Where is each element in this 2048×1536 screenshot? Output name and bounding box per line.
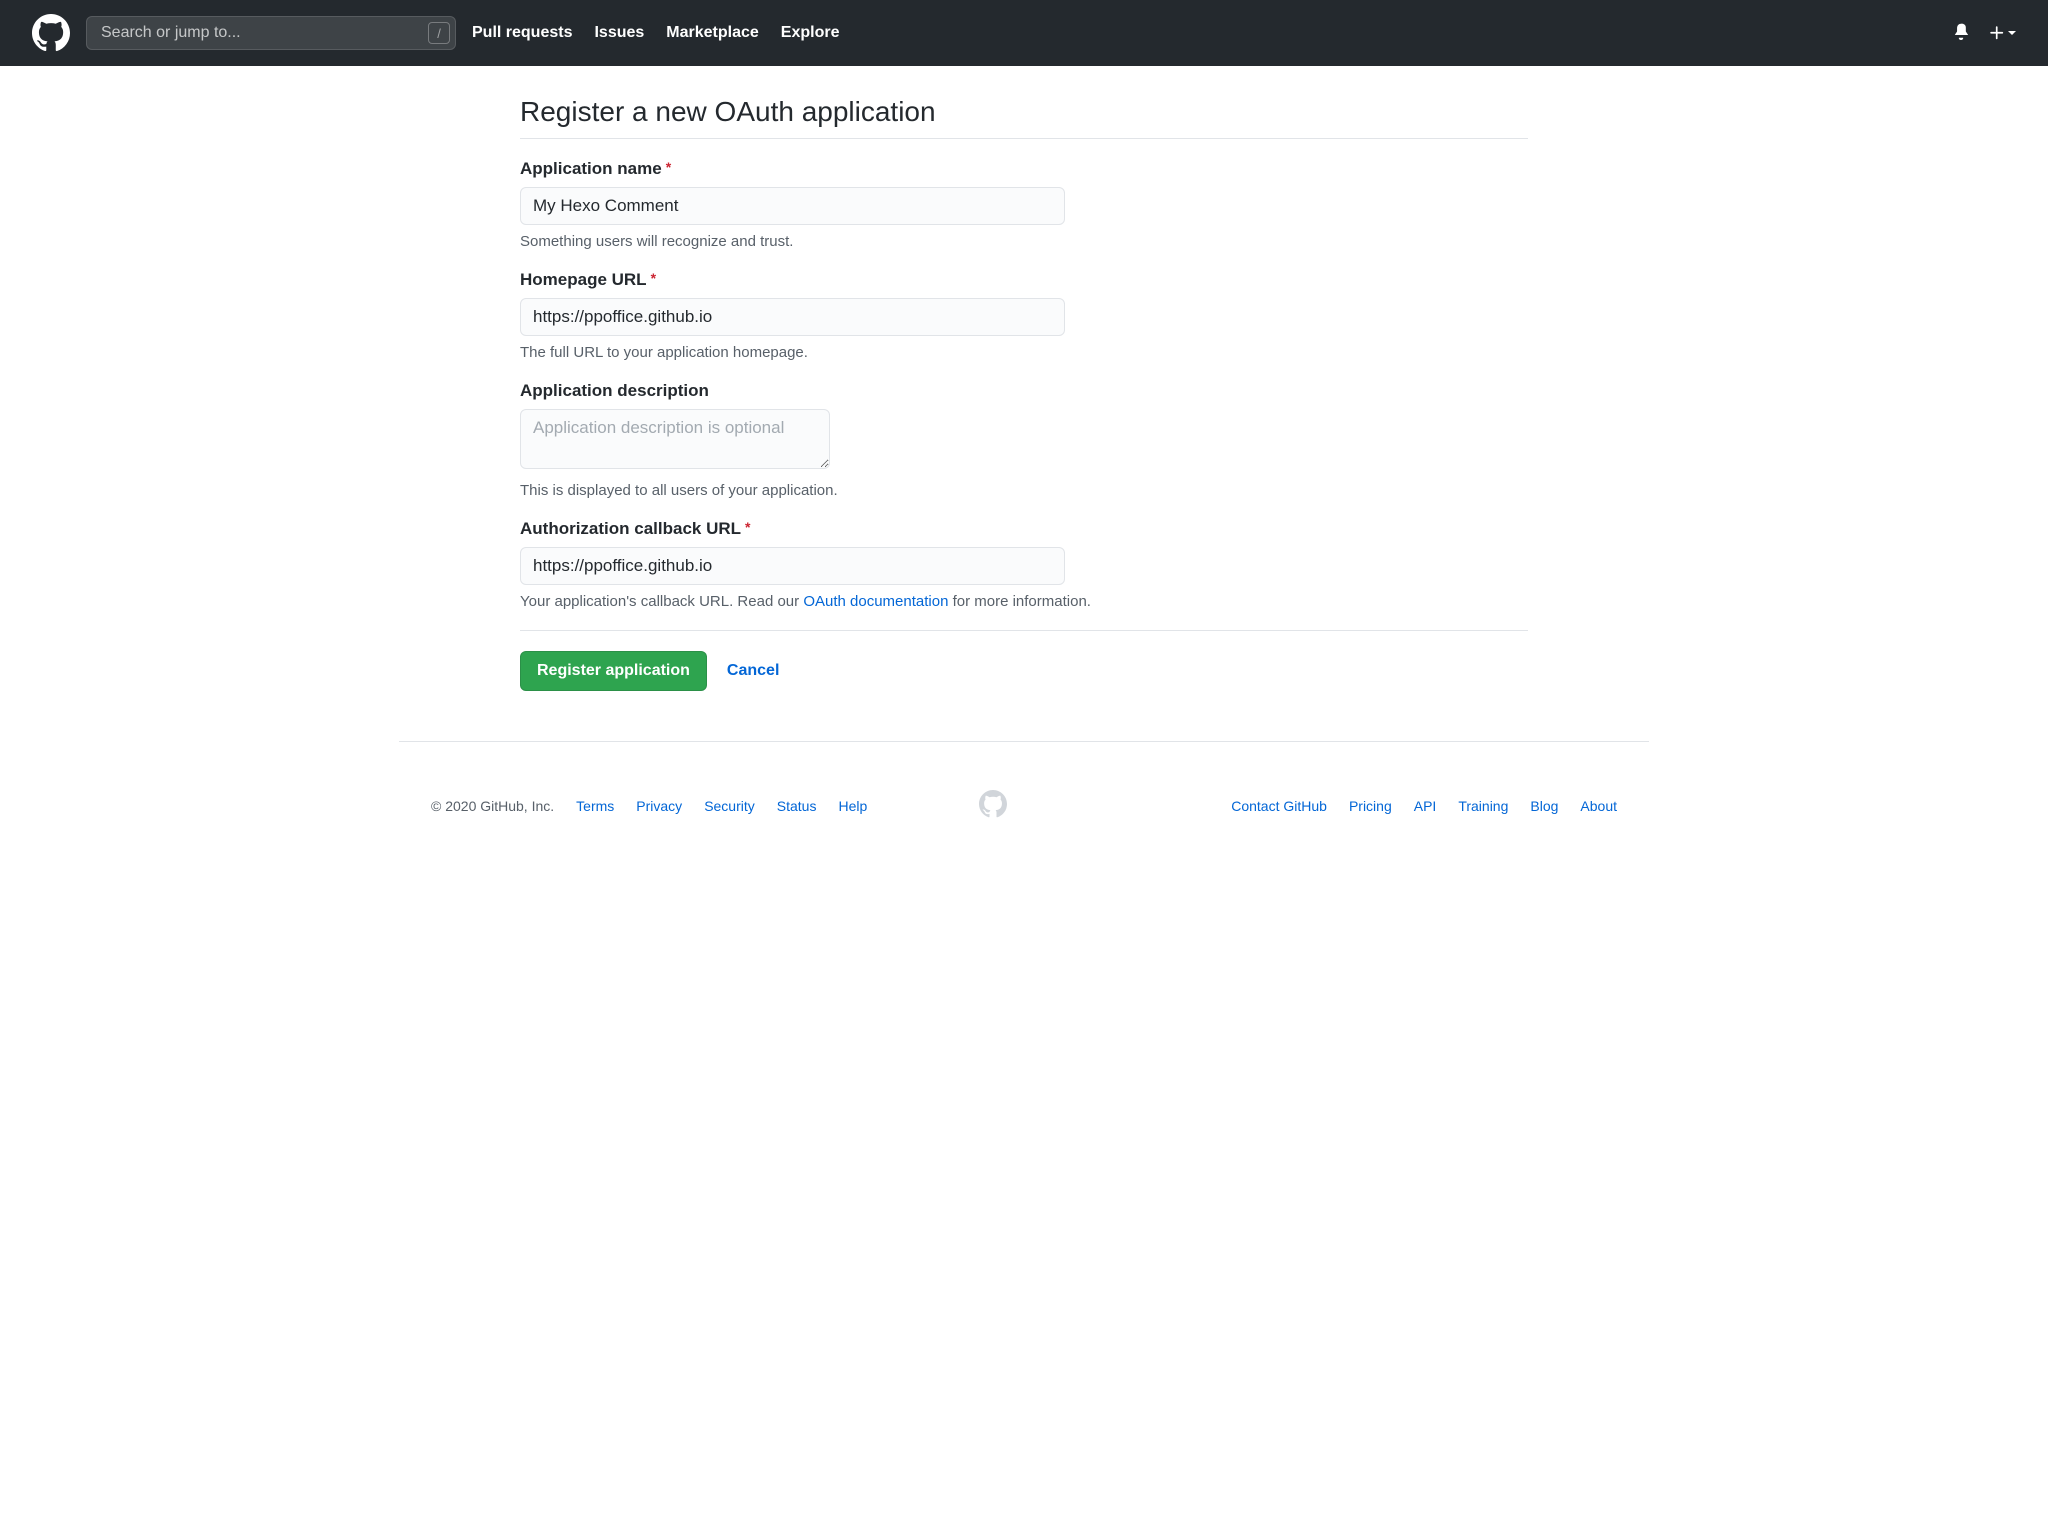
header-right	[1952, 22, 2016, 45]
github-logo-icon	[32, 14, 70, 52]
main-header: / Pull requests Issues Marketplace Explo…	[0, 0, 2048, 66]
footer-link-api[interactable]: API	[1414, 798, 1437, 814]
footer-link-pricing[interactable]: Pricing	[1349, 798, 1392, 814]
bell-icon	[1952, 22, 1970, 40]
cancel-link[interactable]: Cancel	[727, 662, 779, 680]
notifications-button[interactable]	[1952, 22, 1970, 45]
page-title: Register a new OAuth application	[520, 96, 1528, 139]
footer-link-contact[interactable]: Contact GitHub	[1231, 798, 1327, 814]
callback-input[interactable]	[520, 547, 1065, 585]
homepage-input[interactable]	[520, 298, 1065, 336]
description-textarea[interactable]	[520, 409, 830, 469]
nav-explore[interactable]: Explore	[781, 24, 840, 42]
github-logo-link[interactable]	[32, 14, 70, 52]
callback-label: Authorization callback URL*	[520, 519, 1528, 539]
description-label: Application description	[520, 381, 1065, 401]
create-new-dropdown[interactable]	[1988, 24, 2016, 42]
footer-right: Contact GitHub Pricing API Training Blog…	[1231, 798, 1617, 814]
plus-icon	[1988, 24, 2006, 42]
field-callback-url: Authorization callback URL* Your applica…	[520, 519, 1528, 610]
nav-issues[interactable]: Issues	[594, 24, 644, 42]
footer-link-privacy[interactable]: Privacy	[636, 798, 682, 814]
homepage-label: Homepage URL*	[520, 270, 1065, 290]
footer-link-blog[interactable]: Blog	[1530, 798, 1558, 814]
footer-link-terms[interactable]: Terms	[576, 798, 614, 814]
app-name-input[interactable]	[520, 187, 1065, 225]
footer-link-about[interactable]: About	[1580, 798, 1617, 814]
footer-link-training[interactable]: Training	[1458, 798, 1508, 814]
footer-link-security[interactable]: Security	[704, 798, 755, 814]
primary-nav: Pull requests Issues Marketplace Explore	[472, 24, 839, 42]
description-hint: This is displayed to all users of your a…	[520, 482, 1065, 499]
footer-left: © 2020 GitHub, Inc. Terms Privacy Securi…	[431, 798, 867, 814]
field-app-name: Application name* Something users will r…	[520, 159, 1065, 250]
field-homepage-url: Homepage URL* The full URL to your appli…	[520, 270, 1065, 361]
oauth-doc-link[interactable]: OAuth documentation	[803, 593, 948, 610]
app-name-hint: Something users will recognize and trust…	[520, 233, 1065, 250]
site-footer: © 2020 GitHub, Inc. Terms Privacy Securi…	[399, 741, 1649, 869]
search-input[interactable]	[86, 16, 456, 50]
search-wrap: /	[86, 16, 456, 50]
app-name-label: Application name*	[520, 159, 1065, 179]
footer-logo-link[interactable]	[979, 790, 1007, 821]
main-content: Register a new OAuth application Applica…	[488, 66, 1560, 691]
register-application-button[interactable]: Register application	[520, 651, 707, 691]
nav-pull-requests[interactable]: Pull requests	[472, 24, 572, 42]
footer-copyright: © 2020 GitHub, Inc.	[431, 798, 554, 814]
footer-link-status[interactable]: Status	[777, 798, 817, 814]
form-actions: Register application Cancel	[520, 630, 1528, 691]
callback-hint: Your application's callback URL. Read ou…	[520, 593, 1528, 610]
search-slash-hint: /	[428, 22, 450, 44]
homepage-hint: The full URL to your application homepag…	[520, 344, 1065, 361]
github-logo-icon	[979, 790, 1007, 818]
footer-link-help[interactable]: Help	[838, 798, 867, 814]
caret-down-icon	[2008, 31, 2016, 35]
field-description: Application description This is displaye…	[520, 381, 1065, 499]
nav-marketplace[interactable]: Marketplace	[666, 24, 759, 42]
